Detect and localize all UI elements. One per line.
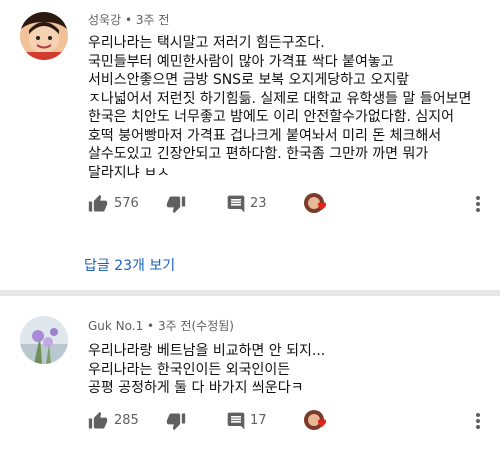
- timestamp[interactable]: 3주 전: [136, 13, 170, 27]
- comment-line: 호떡 붕어빵마저 가격표 겁나크게 붙여놔서 미리 돈 체크해서: [88, 127, 442, 144]
- creator-heart-badge: [302, 191, 330, 217]
- meta-separator: •: [143, 319, 158, 333]
- comment-line: 한국은 치안도 너무좋고 밤에도 이리 안전할수가없다함. 심지어: [88, 109, 455, 125]
- meta-separator: •: [121, 13, 136, 27]
- thumbs-up-icon: [88, 194, 108, 212]
- comment-actions: 576 23: [84, 191, 494, 217]
- comment-text: 우리나라는 택시말고 저러기 힘든구조다. 국민들부터 예민한사람이 많아 가격…: [88, 34, 471, 182]
- author-name[interactable]: 성욱강: [88, 13, 121, 27]
- comment-line: 살수도있고 긴장안되고 편하다함. 한국좀 그만까 까면 뭐가: [88, 146, 429, 162]
- like-count: 285: [114, 413, 139, 428]
- thumbs-down-icon: [166, 413, 186, 431]
- comment-line: 달라지냐 ㅂㅅ: [88, 164, 170, 181]
- comment-meta: Guk No.1 • 3주 전(수정됨): [88, 317, 234, 334]
- reply-button[interactable]: [226, 408, 246, 434]
- comment-meta: 성욱강 • 3주 전: [88, 11, 169, 28]
- comment-actions: 285 17: [84, 408, 494, 434]
- thumbs-down-icon: [166, 196, 186, 214]
- reply-button[interactable]: [226, 191, 246, 217]
- timestamp[interactable]: 3주 전(수정됨): [158, 319, 234, 333]
- dislike-button[interactable]: [166, 408, 186, 434]
- reply-icon: [227, 195, 245, 213]
- like-button[interactable]: [88, 408, 108, 434]
- avatar[interactable]: [20, 12, 68, 60]
- author-name[interactable]: Guk No.1: [88, 319, 143, 333]
- more-vert-icon: [476, 196, 480, 212]
- comment-line: ㅈ나넓어서 저런짓 하기힘듦. 실제로 대학교 유학생들 말 들어보면: [88, 90, 472, 107]
- comment-thread: Guk No.1 • 3주 전(수정됨) 우리나라랑 베트남을 비교하면 안 되…: [0, 296, 500, 450]
- view-replies-link[interactable]: 답글 23개 보기: [84, 255, 175, 275]
- reply-count: 23: [250, 196, 267, 211]
- reply-icon: [227, 412, 245, 430]
- more-options-button[interactable]: [472, 408, 484, 434]
- creator-heart-badge: [302, 408, 330, 434]
- creator-heart-icon: [304, 193, 327, 213]
- creator-heart-icon: [304, 410, 327, 430]
- like-button[interactable]: [88, 191, 108, 217]
- comment-line: 우리나라는 한국인이든 외국인이든: [88, 361, 291, 378]
- comment-line: 우리나라랑 베트남을 비교하면 안 되지...: [88, 343, 326, 359]
- dislike-button[interactable]: [166, 191, 186, 217]
- comment-text: 우리나라랑 베트남을 비교하면 안 되지... 우리나라는 한국인이든 외국인이…: [88, 342, 325, 398]
- more-vert-icon: [476, 413, 480, 429]
- reply-count: 17: [250, 413, 267, 428]
- comment-line: 공평 공정하게 둘 다 바가지 씌운다ㅋ: [88, 380, 304, 396]
- comment-line: 국민들부터 예민한사람이 많아 가격표 싹다 붙여놓고: [88, 53, 394, 70]
- avatar[interactable]: [20, 316, 68, 364]
- comment-line: 우리나라는 택시말고 저러기 힘든구조다.: [88, 35, 325, 51]
- thumbs-up-icon: [88, 411, 108, 429]
- like-count: 576: [114, 196, 139, 211]
- comment-thread: 성욱강 • 3주 전 우리나라는 택시말고 저러기 힘든구조다. 국민들부터 예…: [0, 0, 500, 288]
- comment-line: 서비스안좋으면 금방 SNS로 보복 오지게당하고 오지랖: [88, 72, 409, 88]
- more-options-button[interactable]: [472, 191, 484, 217]
